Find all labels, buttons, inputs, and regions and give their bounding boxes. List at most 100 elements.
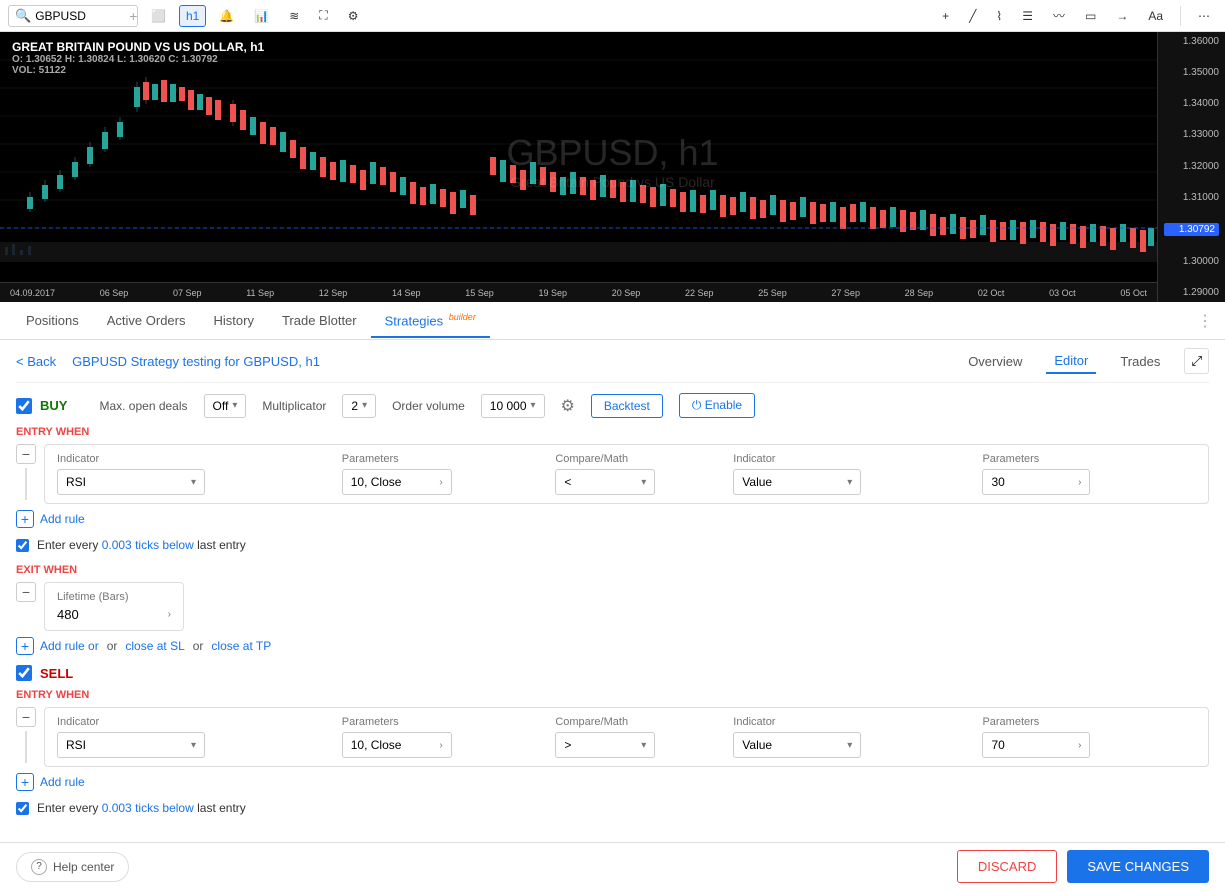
timeframe-h1-btn[interactable]: h1: [179, 5, 206, 27]
time-13: 28 Sep: [905, 288, 934, 298]
enable-btn[interactable]: ⏻ Enable: [679, 393, 755, 418]
buy-checkbox[interactable]: [16, 398, 32, 414]
sell-indicator2-select[interactable]: Value ▾: [733, 732, 861, 758]
sell-ind2-header: Indicator: [733, 716, 982, 732]
buy-section: BUY Max. open deals Off ▾ Multiplicator …: [16, 393, 1209, 655]
help-center-btn[interactable]: ? Help center: [16, 852, 129, 882]
settings-gear-btn[interactable]: ⚙: [561, 396, 575, 416]
price-7: 1.30000: [1164, 256, 1219, 267]
lifetime-arrow[interactable]: ›: [168, 609, 171, 620]
sell-indicator-select[interactable]: RSI ▾: [57, 732, 205, 758]
text-btn[interactable]: Aa: [1141, 5, 1170, 27]
discard-btn[interactable]: DISCARD: [957, 850, 1058, 883]
buy-parameters2-select[interactable]: 30 ›: [982, 469, 1090, 495]
overview-btn[interactable]: Overview: [960, 350, 1030, 373]
sell-parameters-select[interactable]: 10, Close ›: [342, 732, 452, 758]
bottom-panel: Positions Active Orders History Trade Bl…: [0, 302, 1225, 892]
grid-btn[interactable]: ☰: [1015, 5, 1040, 27]
tab-active-orders[interactable]: Active Orders: [93, 305, 200, 338]
buy-compare-select[interactable]: < ▾: [555, 469, 655, 495]
params2-header: Parameters: [982, 453, 1196, 469]
multiplicator-select[interactable]: 2 ▾: [342, 394, 376, 418]
footer-actions: DISCARD SAVE CHANGES: [957, 850, 1209, 883]
settings-btn[interactable]: ⚙: [341, 5, 366, 27]
time-16: 05 Oct: [1120, 288, 1147, 298]
cmp-arrow: ▾: [641, 477, 646, 488]
max-deals-arrow: ▾: [232, 400, 237, 411]
sell-checkbox[interactable]: [16, 665, 32, 681]
lifetime-value-row: 480 ›: [57, 607, 171, 622]
price-scale: 1.36000 1.35000 1.34000 1.33000 1.32000 …: [1157, 32, 1225, 302]
buy-indicator-select[interactable]: RSI ▾: [57, 469, 205, 495]
chart-area[interactable]: GREAT BRITAIN POUND VS US DOLLAR, h1 O: …: [0, 32, 1225, 302]
buy-entry-label: ENTRY WHEN: [16, 426, 1209, 438]
tab-strategies[interactable]: Strategies builder: [371, 304, 490, 338]
or-2: or: [193, 639, 204, 653]
tab-positions[interactable]: Positions: [12, 305, 93, 338]
time-15: 03 Oct: [1049, 288, 1076, 298]
sell-ticks-link[interactable]: 0.003 ticks below: [102, 801, 194, 815]
exit-add-rule-icon: +: [16, 637, 34, 655]
symbol-search-box[interactable]: 🔍 +: [8, 5, 138, 27]
ticks-link[interactable]: 0.003 ticks below: [102, 538, 194, 552]
buy-indicator2-select[interactable]: Value ▾: [733, 469, 861, 495]
buy-entry-rule: Indicator Parameters Compare/Math Indica…: [44, 444, 1209, 504]
indicators-btn[interactable]: ≋: [282, 5, 306, 27]
polyline-btn[interactable]: ⌇: [989, 5, 1009, 27]
sell-enter-every-label: Enter every 0.003 ticks below last entry: [37, 801, 246, 815]
strategy-action-tabs: Overview Editor Trades ⤢: [960, 348, 1209, 374]
sell-params2-header: Parameters: [982, 716, 1196, 732]
p2-arrow: ›: [1078, 477, 1081, 488]
trades-btn[interactable]: Trades: [1112, 350, 1168, 373]
sell-enter-every-row: Enter every 0.003 ticks below last entry: [16, 801, 1209, 815]
arrow-btn[interactable]: →: [1109, 5, 1135, 27]
trendline-btn[interactable]: ╱: [962, 5, 983, 27]
buy-parameters-select[interactable]: 10, Close ›: [342, 469, 452, 495]
price-4: 1.33000: [1164, 129, 1219, 140]
fullscreen-btn[interactable]: ⛶: [312, 4, 334, 27]
sell-add-rule-btn[interactable]: Add rule: [40, 775, 85, 789]
sell-enter-every-checkbox[interactable]: [16, 802, 29, 815]
wave-btn[interactable]: 〰: [1046, 3, 1072, 28]
crosshair-btn[interactable]: +: [935, 5, 956, 27]
panel-tabs: Positions Active Orders History Trade Bl…: [0, 302, 1225, 340]
tab-history[interactable]: History: [200, 305, 268, 338]
strategy-link[interactable]: GBPUSD, h1: [243, 354, 320, 369]
expand-btn[interactable]: ⤢: [1184, 348, 1209, 374]
sell-compare-select[interactable]: > ▾: [555, 732, 655, 758]
rect-btn[interactable]: ▭: [1078, 5, 1103, 27]
sell-cmp-header: Compare/Math: [555, 716, 733, 732]
alerts-btn[interactable]: 🔔: [212, 5, 241, 27]
toolbar-divider: [1180, 6, 1181, 26]
exit-minus-btn[interactable]: −: [16, 582, 36, 602]
close-at-sl-link[interactable]: close at SL: [125, 639, 184, 653]
buy-header: BUY Max. open deals Off ▾ Multiplicator …: [16, 393, 1209, 418]
tab-trade-blotter[interactable]: Trade Blotter: [268, 305, 371, 338]
search-icon: 🔍: [15, 8, 31, 24]
buy-add-rule-btn[interactable]: Add rule: [40, 512, 85, 526]
max-deals-select[interactable]: Off ▾: [204, 394, 247, 418]
editor-btn[interactable]: Editor: [1046, 349, 1096, 374]
plus-icon: +: [129, 8, 137, 24]
sell-parameters2-select[interactable]: 70 ›: [982, 732, 1090, 758]
backtest-btn[interactable]: Backtest: [591, 394, 663, 418]
buy-entry-minus-btn[interactable]: −: [16, 444, 36, 464]
price-5: 1.32000: [1164, 161, 1219, 172]
panel-drag-handle[interactable]: ⋮: [1197, 311, 1213, 331]
chart-title-area: GREAT BRITAIN POUND VS US DOLLAR, h1 O: …: [12, 40, 264, 76]
back-button[interactable]: < Back: [16, 354, 56, 369]
symbol-input[interactable]: [35, 9, 125, 23]
order-volume-select[interactable]: 10 000 ▾: [481, 394, 545, 418]
close-at-tp-link[interactable]: close at TP: [211, 639, 271, 653]
sell-entry-minus-btn[interactable]: −: [16, 707, 36, 727]
sell-p2-arrow: ›: [1078, 740, 1081, 751]
exit-when-label: EXIT WHEN: [16, 564, 1209, 576]
enter-every-checkbox[interactable]: [16, 539, 29, 552]
duplicate-btn[interactable]: ⬜: [144, 5, 173, 27]
exit-add-rule-btn[interactable]: Add rule or: [40, 639, 99, 653]
sell-ind-header: Indicator: [57, 716, 342, 732]
sell-add-rule-icon: +: [16, 773, 34, 791]
chart-type-btn[interactable]: 📊: [247, 5, 276, 27]
save-changes-btn[interactable]: SAVE CHANGES: [1067, 850, 1209, 883]
more-btn[interactable]: ⋯: [1191, 5, 1217, 27]
